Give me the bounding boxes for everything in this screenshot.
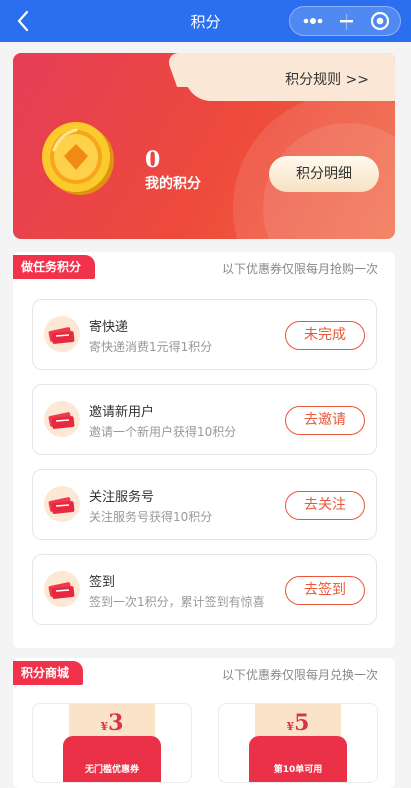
coupon-card[interactable]: ¥5 第10单可用: [218, 703, 378, 783]
ticket-icon: [44, 486, 80, 522]
shop-section-tag: 积分商城: [13, 661, 84, 685]
tasks-panel: 做任务积分 以下优惠券仅限每月抢购一次 寄快递 寄快递消费1元得1积分 未完成 …: [13, 252, 395, 648]
task-subtitle: 邀请一个新用户获得10积分: [89, 425, 237, 439]
shop-section-note: 以下优惠券仅限每月兑换一次: [221, 668, 378, 682]
coupon-label: 第10单可用: [273, 765, 323, 775]
task-title: 关注服务号: [89, 490, 155, 505]
task-subtitle: 寄快递消费1元得1积分: [89, 340, 213, 354]
task-subtitle: 签到一次1积分，累计签到有惊喜: [89, 595, 265, 609]
tasks-section-note: 以下优惠券仅限每月抢购一次: [221, 262, 378, 276]
coupon-card[interactable]: ¥3 无门槛优惠券: [32, 703, 192, 783]
more-dots-icon: [303, 18, 323, 24]
invite-button[interactable]: 去邀请: [285, 406, 365, 435]
more-button[interactable]: [294, 7, 331, 35]
close-button[interactable]: [362, 7, 399, 35]
nav-bar: 积分: [0, 0, 411, 42]
coupon-amount: ¥3: [100, 710, 124, 736]
task-subtitle: 关注服务号获得10积分: [89, 510, 213, 524]
points-label: 我的积分: [145, 176, 201, 192]
tasks-section-tag: 做任务积分: [13, 255, 96, 279]
checkin-button[interactable]: 去签到: [285, 576, 365, 605]
coupon-label: 无门槛优惠券: [84, 765, 139, 775]
task-title: 邀请新用户: [89, 405, 155, 420]
ticket-icon: [44, 571, 80, 607]
task-item-express[interactable]: 寄快递 寄快递消费1元得1积分 未完成: [32, 299, 377, 370]
mini-program-capsule: [289, 6, 401, 36]
ticket-icon: [44, 401, 80, 437]
target-circle-icon: [370, 11, 390, 31]
coupon-envelope: [249, 736, 347, 782]
task-status-button[interactable]: 未完成: [285, 321, 365, 350]
points-card: 积分规则 >> 0 我的积分 积分明细: [13, 53, 395, 239]
task-item-invite[interactable]: 邀请新用户 邀请一个新用户获得10积分 去邀请: [32, 384, 377, 455]
task-title: 寄快递: [89, 320, 129, 335]
minimize-button[interactable]: [328, 7, 365, 35]
task-item-follow[interactable]: 关注服务号 关注服务号获得10积分 去关注: [32, 469, 377, 540]
points-value: 0: [145, 147, 161, 173]
points-detail-button[interactable]: 积分明细: [269, 156, 379, 192]
points-shop-panel: 积分商城 以下优惠券仅限每月兑换一次 ¥3 无门槛优惠券 ¥5 第10单可用: [13, 658, 395, 788]
task-item-checkin[interactable]: 签到 签到一次1积分，累计签到有惊喜 去签到: [32, 554, 377, 625]
minimize-icon: [340, 20, 353, 23]
follow-button[interactable]: 去关注: [285, 491, 365, 520]
gold-coin-icon: [42, 122, 114, 195]
ticket-icon: [44, 316, 80, 352]
task-title: 签到: [89, 575, 116, 590]
coupon-amount: ¥5: [286, 710, 310, 736]
points-rules-link[interactable]: 积分规则 >>: [285, 69, 369, 89]
coupon-envelope: [63, 736, 161, 782]
